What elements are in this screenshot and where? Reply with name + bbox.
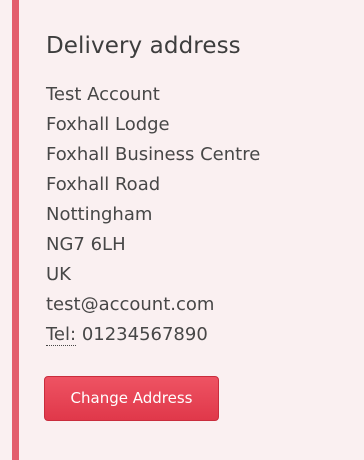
address-email: test@account.com xyxy=(46,294,215,315)
address-line-2: Foxhall Business Centre xyxy=(46,144,261,165)
delivery-address-panel: Delivery address Test Account Foxhall Lo… xyxy=(0,0,364,460)
address-block: Test Account Foxhall Lodge Foxhall Busin… xyxy=(46,80,260,350)
address-name: Test Account xyxy=(46,84,160,105)
address-line-1: Foxhall Lodge xyxy=(46,114,170,135)
delivery-address-heading: Delivery address xyxy=(46,33,241,59)
address-line-3: Foxhall Road xyxy=(46,174,161,195)
address-postcode: NG7 6LH xyxy=(46,234,126,255)
change-address-button[interactable]: Change Address xyxy=(44,376,219,421)
address-telephone: Tel: 01234567890 xyxy=(46,320,260,350)
telephone-label: Tel: xyxy=(46,324,77,346)
accent-bar xyxy=(12,0,19,460)
telephone-number: 01234567890 xyxy=(81,324,208,345)
address-country: UK xyxy=(46,264,71,285)
address-city: Nottingham xyxy=(46,204,153,225)
